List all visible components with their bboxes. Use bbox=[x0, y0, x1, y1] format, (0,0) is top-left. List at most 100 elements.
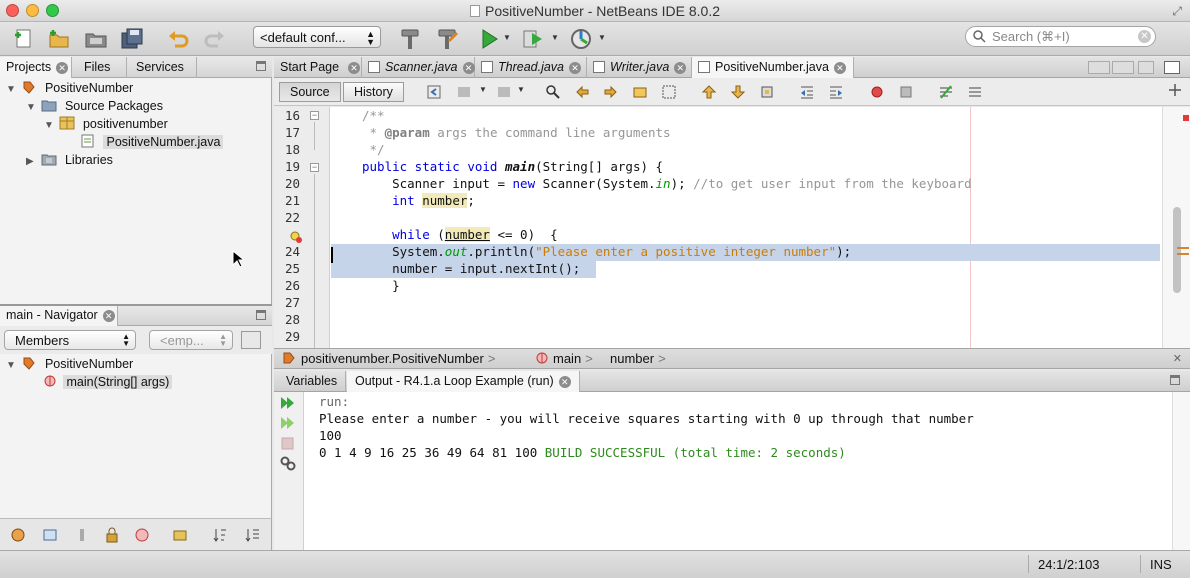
rectangular-selection-icon[interactable] bbox=[661, 84, 677, 100]
back-dropdown-icon[interactable]: ▼ bbox=[479, 85, 487, 94]
close-breadcrumb-icon[interactable]: ✕ bbox=[1173, 352, 1182, 365]
fully-qualified-icon[interactable] bbox=[172, 527, 188, 543]
build-icon[interactable] bbox=[398, 27, 422, 51]
navigator-options-icon[interactable] bbox=[241, 331, 261, 349]
members-select[interactable]: Members ▲ ▼ bbox=[4, 330, 136, 350]
tab-services[interactable]: Services bbox=[127, 57, 197, 78]
tab-projects[interactable]: Projects ✕ bbox=[0, 57, 72, 78]
insert-mode[interactable]: INS bbox=[1150, 557, 1172, 572]
scrollbar-thumb[interactable] bbox=[1173, 207, 1181, 293]
show-opened-documents-icon[interactable] bbox=[1138, 61, 1154, 74]
fields-filter-icon[interactable] bbox=[42, 527, 58, 543]
toggle-highlight-icon[interactable] bbox=[632, 84, 648, 100]
error-stripe-marker[interactable] bbox=[1183, 115, 1189, 121]
expand-triangle-icon[interactable]: ▼ bbox=[6, 360, 18, 371]
tab-writer-java[interactable]: Writer.java ✕ bbox=[587, 57, 692, 78]
collapse-triangle-icon[interactable]: ▶ bbox=[26, 156, 38, 167]
tab-positivenumber-java[interactable]: PositiveNumber.java ✕ bbox=[692, 57, 854, 78]
minimize-panel-icon[interactable] bbox=[1170, 375, 1180, 385]
clear-search-icon[interactable]: ✕ bbox=[1138, 30, 1151, 43]
breadcrumb-variable[interactable]: number > bbox=[610, 351, 666, 366]
find-icon[interactable] bbox=[545, 84, 561, 100]
editor-split-icon[interactable] bbox=[1169, 84, 1185, 100]
maximize-window-icon[interactable] bbox=[1164, 61, 1180, 74]
toggle-bookmark-icon[interactable] bbox=[759, 84, 775, 100]
settings-icon[interactable] bbox=[279, 455, 297, 471]
debug-dropdown-icon[interactable]: ▼ bbox=[551, 33, 559, 42]
tree-node-package[interactable]: ▼ positivenumber bbox=[44, 116, 168, 134]
uncomment-icon[interactable] bbox=[967, 84, 983, 100]
tree-node-project[interactable]: ▼ PositiveNumber bbox=[6, 80, 133, 98]
profile-dropdown-icon[interactable]: ▼ bbox=[598, 33, 606, 42]
undo-icon[interactable] bbox=[166, 27, 190, 51]
tab-variables[interactable]: Variables bbox=[278, 371, 347, 392]
minimize-panel-icon[interactable] bbox=[256, 310, 266, 320]
hint-bulb-icon[interactable] bbox=[290, 231, 303, 244]
shift-left-icon[interactable] bbox=[799, 84, 815, 100]
comment-icon[interactable] bbox=[938, 84, 954, 100]
tree-node-java-file[interactable]: PositiveNumber.java bbox=[80, 134, 224, 152]
run-icon[interactable] bbox=[477, 27, 501, 51]
profile-icon[interactable] bbox=[569, 27, 593, 51]
minimize-panel-icon[interactable] bbox=[256, 61, 266, 71]
search-input[interactable]: Search (⌘+I) ✕ bbox=[965, 26, 1156, 47]
non-public-filter-icon[interactable] bbox=[104, 527, 120, 543]
fullscreen-icon[interactable]: ⤢ bbox=[1172, 4, 1182, 19]
breadcrumb-class[interactable]: positivenumber.PositiveNumber > bbox=[282, 351, 495, 366]
close-tab-icon[interactable]: ✕ bbox=[102, 310, 115, 322]
rerun-with-params-icon[interactable] bbox=[279, 415, 297, 431]
stop-macro-icon[interactable] bbox=[898, 84, 914, 100]
close-tab-icon[interactable]: ✕ bbox=[674, 62, 687, 74]
tab-start-page[interactable]: Start Page ✕ bbox=[274, 57, 362, 78]
close-tab-icon[interactable]: ✕ bbox=[569, 62, 582, 74]
forward-dropdown-icon[interactable]: ▼ bbox=[517, 85, 525, 94]
editor-scrollbar[interactable] bbox=[1162, 107, 1190, 348]
shift-right-icon[interactable] bbox=[828, 84, 844, 100]
close-tab-icon[interactable]: ✕ bbox=[462, 62, 475, 74]
tab-thread-java[interactable]: Thread.java ✕ bbox=[475, 57, 587, 78]
close-tab-icon[interactable]: ✕ bbox=[56, 62, 69, 74]
scroll-tabs-right-icon[interactable] bbox=[1112, 61, 1134, 74]
scroll-tabs-left-icon[interactable] bbox=[1088, 61, 1110, 74]
tree-node-libraries[interactable]: ▶ Libraries bbox=[26, 152, 113, 170]
open-project-icon[interactable] bbox=[84, 27, 108, 51]
static-filter-icon[interactable] bbox=[74, 527, 90, 543]
clean-build-icon[interactable] bbox=[435, 27, 459, 51]
debug-icon[interactable] bbox=[521, 27, 545, 51]
local-classes-filter-icon[interactable] bbox=[134, 527, 150, 543]
expand-triangle-icon[interactable]: ▼ bbox=[26, 102, 38, 113]
save-all-icon[interactable] bbox=[120, 27, 144, 51]
nav-node-method[interactable]: main(String[] args) bbox=[44, 374, 173, 392]
close-tab-icon[interactable]: ✕ bbox=[558, 376, 571, 388]
code-editor[interactable]: 16 17 18 19 20 21 22 24 25 26 27 28 29 −… bbox=[274, 107, 1190, 348]
tab-navigator[interactable]: main - Navigator ✕ bbox=[0, 306, 118, 326]
annotation-stripe-marker[interactable] bbox=[1177, 253, 1189, 255]
new-file-icon[interactable] bbox=[12, 27, 36, 51]
find-previous-icon[interactable] bbox=[574, 84, 590, 100]
sort-source-icon[interactable] bbox=[244, 527, 260, 543]
breadcrumb-method[interactable]: main > bbox=[536, 351, 593, 366]
next-bookmark-icon[interactable] bbox=[730, 84, 746, 100]
nav-node-class[interactable]: ▼ PositiveNumber bbox=[6, 356, 133, 374]
last-edit-icon[interactable] bbox=[426, 84, 442, 100]
expand-triangle-icon[interactable]: ▼ bbox=[6, 84, 18, 95]
tree-node-source-packages[interactable]: ▼ Source Packages bbox=[26, 98, 163, 116]
find-next-icon[interactable] bbox=[603, 84, 619, 100]
start-macro-icon[interactable] bbox=[869, 84, 885, 100]
tab-files[interactable]: Files bbox=[72, 57, 127, 78]
sort-alpha-icon[interactable] bbox=[212, 527, 228, 543]
tab-output[interactable]: Output - R4.1.a Loop Example (run) ✕ bbox=[347, 371, 580, 392]
source-button[interactable]: Source bbox=[279, 82, 341, 102]
history-button[interactable]: History bbox=[343, 82, 404, 102]
new-project-icon[interactable] bbox=[47, 27, 71, 51]
run-dropdown-icon[interactable]: ▼ bbox=[503, 33, 511, 42]
rerun-icon[interactable] bbox=[279, 395, 297, 411]
close-tab-icon[interactable]: ✕ bbox=[348, 62, 361, 74]
inherited-members-icon[interactable] bbox=[10, 527, 26, 543]
previous-bookmark-icon[interactable] bbox=[701, 84, 717, 100]
expand-triangle-icon[interactable]: ▼ bbox=[44, 120, 56, 131]
annotation-stripe-marker[interactable] bbox=[1177, 247, 1189, 249]
fold-toggle-icon[interactable]: − bbox=[310, 163, 319, 172]
fold-toggle-icon[interactable]: − bbox=[310, 111, 319, 120]
configuration-select[interactable]: <default conf... ▲ ▼ bbox=[253, 26, 381, 48]
